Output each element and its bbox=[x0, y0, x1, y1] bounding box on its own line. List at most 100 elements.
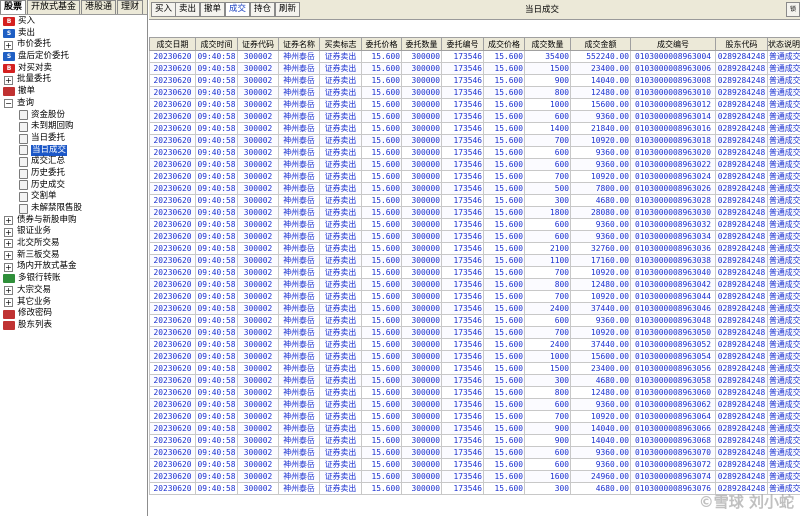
table-cell: 20230620 bbox=[149, 170, 196, 183]
tree-item-6[interactable]: 撤单 bbox=[0, 86, 147, 98]
tree-item-26[interactable]: 股东列表 bbox=[0, 320, 147, 332]
column-header[interactable]: 委托价格 bbox=[361, 37, 402, 51]
table-row[interactable]: 20230620 09:40:58 300002 神州泰岳 证券卖出 15.600 3000… bbox=[149, 134, 800, 147]
table-row[interactable]: 20230620 09:40:58 300002 神州泰岳 证券卖出 15.600 3000… bbox=[149, 122, 800, 135]
table-row[interactable]: 20230620 09:40:58 300002 神州泰岳 证券卖出 15.600 3000… bbox=[149, 410, 800, 423]
tree-item-19[interactable]: + 北交所交易 bbox=[0, 238, 147, 250]
table-row[interactable]: 20230620 09:40:58 300002 神州泰岳 证券卖出 15.600 3000… bbox=[149, 170, 800, 183]
tree-item-14[interactable]: 历史成交 bbox=[0, 180, 147, 192]
table-cell: 0289284248 bbox=[715, 122, 768, 135]
table-row[interactable]: 20230620 09:40:58 300002 神州泰岳 证券卖出 15.600 3000… bbox=[149, 110, 800, 123]
tree-item-25[interactable]: 修改密码 bbox=[0, 308, 147, 320]
table-row[interactable]: 20230620 09:40:58 300002 神州泰岳 证券卖出 15.600 3000… bbox=[149, 242, 800, 255]
toolbar-button-5[interactable]: 刷新 bbox=[275, 2, 301, 17]
tree-item-11[interactable]: 当日成交 bbox=[0, 144, 147, 157]
table-cell: 10920.00 bbox=[570, 266, 631, 279]
table-row[interactable]: 20230620 09:40:58 300002 神州泰岳 证券卖出 15.600 3000… bbox=[149, 374, 800, 387]
table-row[interactable]: 20230620 09:40:58 300002 神州泰岳 证券卖出 15.600 3000… bbox=[149, 98, 800, 111]
table-cell: 15.600 bbox=[483, 302, 525, 315]
table-cell: 0289284248 bbox=[715, 374, 768, 387]
column-header[interactable]: 证券代码 bbox=[237, 37, 279, 51]
toolbar-button-2[interactable]: 撤单 bbox=[200, 2, 226, 17]
table-row[interactable]: 20230620 09:40:58 300002 神州泰岳 证券卖出 15.600 3000… bbox=[149, 254, 800, 267]
table-row[interactable]: 20230620 09:40:58 300002 神州泰岳 证券卖出 15.600 3000… bbox=[149, 266, 800, 279]
table-row[interactable]: 20230620 09:40:58 300002 神州泰岳 证券卖出 15.600 3000… bbox=[149, 278, 800, 291]
table-cell: 证券卖出 bbox=[319, 170, 362, 183]
table-row[interactable]: 20230620 09:40:58 300002 神州泰岳 证券卖出 15.600 3000… bbox=[149, 314, 800, 327]
tree-item-1[interactable]: S 卖出 bbox=[0, 28, 147, 40]
table-row[interactable]: 20230620 09:40:58 300002 神州泰岳 证券卖出 15.600 3000… bbox=[149, 302, 800, 315]
table-row[interactable]: 20230620 09:40:58 300002 神州泰岳 证券卖出 15.600 3000… bbox=[149, 218, 800, 231]
column-header[interactable]: 成交金额 bbox=[570, 37, 631, 51]
table-cell: 证券卖出 bbox=[319, 446, 362, 459]
table-row[interactable]: 20230620 09:40:58 300002 神州泰岳 证券卖出 15.600 3000… bbox=[149, 422, 800, 435]
tab-1[interactable]: 开放式基金 bbox=[27, 0, 81, 14]
tree-item-12[interactable]: 成交汇总 bbox=[0, 156, 147, 168]
column-header[interactable]: 成交时间 bbox=[195, 37, 238, 51]
tree-item-18[interactable]: + 银证业务 bbox=[0, 226, 147, 238]
table-row[interactable]: 20230620 09:40:58 300002 神州泰岳 证券卖出 15.600 3000… bbox=[149, 230, 800, 243]
column-header[interactable]: 成交数量 bbox=[524, 37, 571, 51]
tree-item-7[interactable]: − 查询 bbox=[0, 98, 147, 110]
table-row[interactable]: 20230620 09:40:58 300002 神州泰岳 证券卖出 15.600 3000… bbox=[149, 74, 800, 87]
table-row[interactable]: 20230620 09:40:58 300002 神州泰岳 证券卖出 15.600 3000… bbox=[149, 194, 800, 207]
table-row[interactable]: 20230620 09:40:58 300002 神州泰岳 证券卖出 15.600 3000… bbox=[149, 482, 800, 495]
column-header[interactable]: 委托编号 bbox=[441, 37, 484, 51]
tab-0[interactable]: 股票 bbox=[0, 0, 27, 14]
tree-item-15[interactable]: 交割单 bbox=[0, 191, 147, 203]
toolbar-button-0[interactable]: 买入 bbox=[151, 2, 177, 17]
table-row[interactable]: 20230620 09:40:58 300002 神州泰岳 证券卖出 15.600 3000… bbox=[149, 470, 800, 483]
toolbar-button-3[interactable]: 成交 bbox=[225, 2, 251, 17]
tree-item-20[interactable]: + 新三板交易 bbox=[0, 250, 147, 262]
tab-2[interactable]: 港股通 bbox=[81, 0, 117, 14]
table-row[interactable]: 20230620 09:40:58 300002 神州泰岳 证券卖出 15.600 3000… bbox=[149, 86, 800, 99]
table-row[interactable]: 20230620 09:40:58 300002 神州泰岳 证券卖出 15.600 3000… bbox=[149, 446, 800, 459]
tab-3[interactable]: 理财 bbox=[117, 0, 144, 14]
table-cell: 普通成交 bbox=[767, 146, 800, 159]
tree-item-22[interactable]: 多银行转账 bbox=[0, 273, 147, 285]
toolbar-button-1[interactable]: 卖出 bbox=[175, 2, 201, 17]
table-row[interactable]: 20230620 09:40:58 300002 神州泰岳 证券卖出 15.600 3000… bbox=[149, 386, 800, 399]
tree-item-2[interactable]: + 市价委托 bbox=[0, 39, 147, 51]
lock-icon[interactable]: 锁 bbox=[786, 2, 800, 17]
table-row[interactable]: 20230620 09:40:58 300002 神州泰岳 证券卖出 15.600 3000… bbox=[149, 458, 800, 471]
table-row[interactable]: 20230620 09:40:58 300002 神州泰岳 证券卖出 15.600 3000… bbox=[149, 50, 800, 63]
table-cell: 0289284248 bbox=[715, 386, 768, 399]
toolbar-button-4[interactable]: 持仓 bbox=[250, 2, 276, 17]
column-header[interactable]: 状态说明 bbox=[767, 37, 800, 51]
table-row[interactable]: 20230620 09:40:58 300002 神州泰岳 证券卖出 15.600 3000… bbox=[149, 158, 800, 171]
tree-item-8[interactable]: 资金股份 bbox=[0, 110, 147, 122]
tree-item-17[interactable]: + 债券与新股申购 bbox=[0, 215, 147, 227]
tree-item-4[interactable]: B 对买对卖 bbox=[0, 63, 147, 75]
table-row[interactable]: 20230620 09:40:58 300002 神州泰岳 证券卖出 15.600 3000… bbox=[149, 326, 800, 339]
table-cell: 700 bbox=[524, 134, 571, 147]
table-row[interactable]: 20230620 09:40:58 300002 神州泰岳 证券卖出 15.600 3000… bbox=[149, 62, 800, 75]
tree-item-13[interactable]: 历史委托 bbox=[0, 168, 147, 180]
column-header[interactable]: 买卖标志 bbox=[319, 37, 362, 51]
tree-item-10[interactable]: 当日委托 bbox=[0, 133, 147, 145]
column-header[interactable]: 委托数量 bbox=[401, 37, 442, 51]
table-row[interactable]: 20230620 09:40:58 300002 神州泰岳 证券卖出 15.600 3000… bbox=[149, 290, 800, 303]
table-cell: 173546 bbox=[441, 314, 484, 327]
tree-item-0[interactable]: B 买入 bbox=[0, 16, 147, 28]
column-header[interactable]: 股东代码 bbox=[715, 37, 768, 51]
table-row[interactable]: 20230620 09:40:58 300002 神州泰岳 证券卖出 15.600 3000… bbox=[149, 434, 800, 447]
table-row[interactable]: 20230620 09:40:58 300002 神州泰岳 证券卖出 15.600 3000… bbox=[149, 206, 800, 219]
column-header[interactable]: 成交日期 bbox=[149, 37, 196, 51]
table-row[interactable]: 20230620 09:40:58 300002 神州泰岳 证券卖出 15.600 3000… bbox=[149, 338, 800, 351]
tree-item-23[interactable]: + 大宗交易 bbox=[0, 285, 147, 297]
table-row[interactable]: 20230620 09:40:58 300002 神州泰岳 证券卖出 15.600 3000… bbox=[149, 146, 800, 159]
tree-item-21[interactable]: + 场内开放式基金 bbox=[0, 261, 147, 273]
tree-item-3[interactable]: S 盘后定价委托 bbox=[0, 51, 147, 63]
table-row[interactable]: 20230620 09:40:58 300002 神州泰岳 证券卖出 15.600 3000… bbox=[149, 350, 800, 363]
table-row[interactable]: 20230620 09:40:58 300002 神州泰岳 证券卖出 15.600 3000… bbox=[149, 182, 800, 195]
column-header[interactable]: 证券名称 bbox=[278, 37, 320, 51]
table-row[interactable]: 20230620 09:40:58 300002 神州泰岳 证券卖出 15.600 3000… bbox=[149, 398, 800, 411]
tree-item-16[interactable]: 未解禁限售股 bbox=[0, 203, 147, 215]
column-header[interactable]: 成交价格 bbox=[483, 37, 525, 51]
table-row[interactable]: 20230620 09:40:58 300002 神州泰岳 证券卖出 15.600 3000… bbox=[149, 362, 800, 375]
tree-item-24[interactable]: + 其它业务 bbox=[0, 297, 147, 309]
column-header[interactable]: 成交编号 bbox=[630, 37, 716, 51]
tree-item-9[interactable]: 未到期回购 bbox=[0, 121, 147, 133]
tree-item-5[interactable]: + 批量委托 bbox=[0, 74, 147, 86]
